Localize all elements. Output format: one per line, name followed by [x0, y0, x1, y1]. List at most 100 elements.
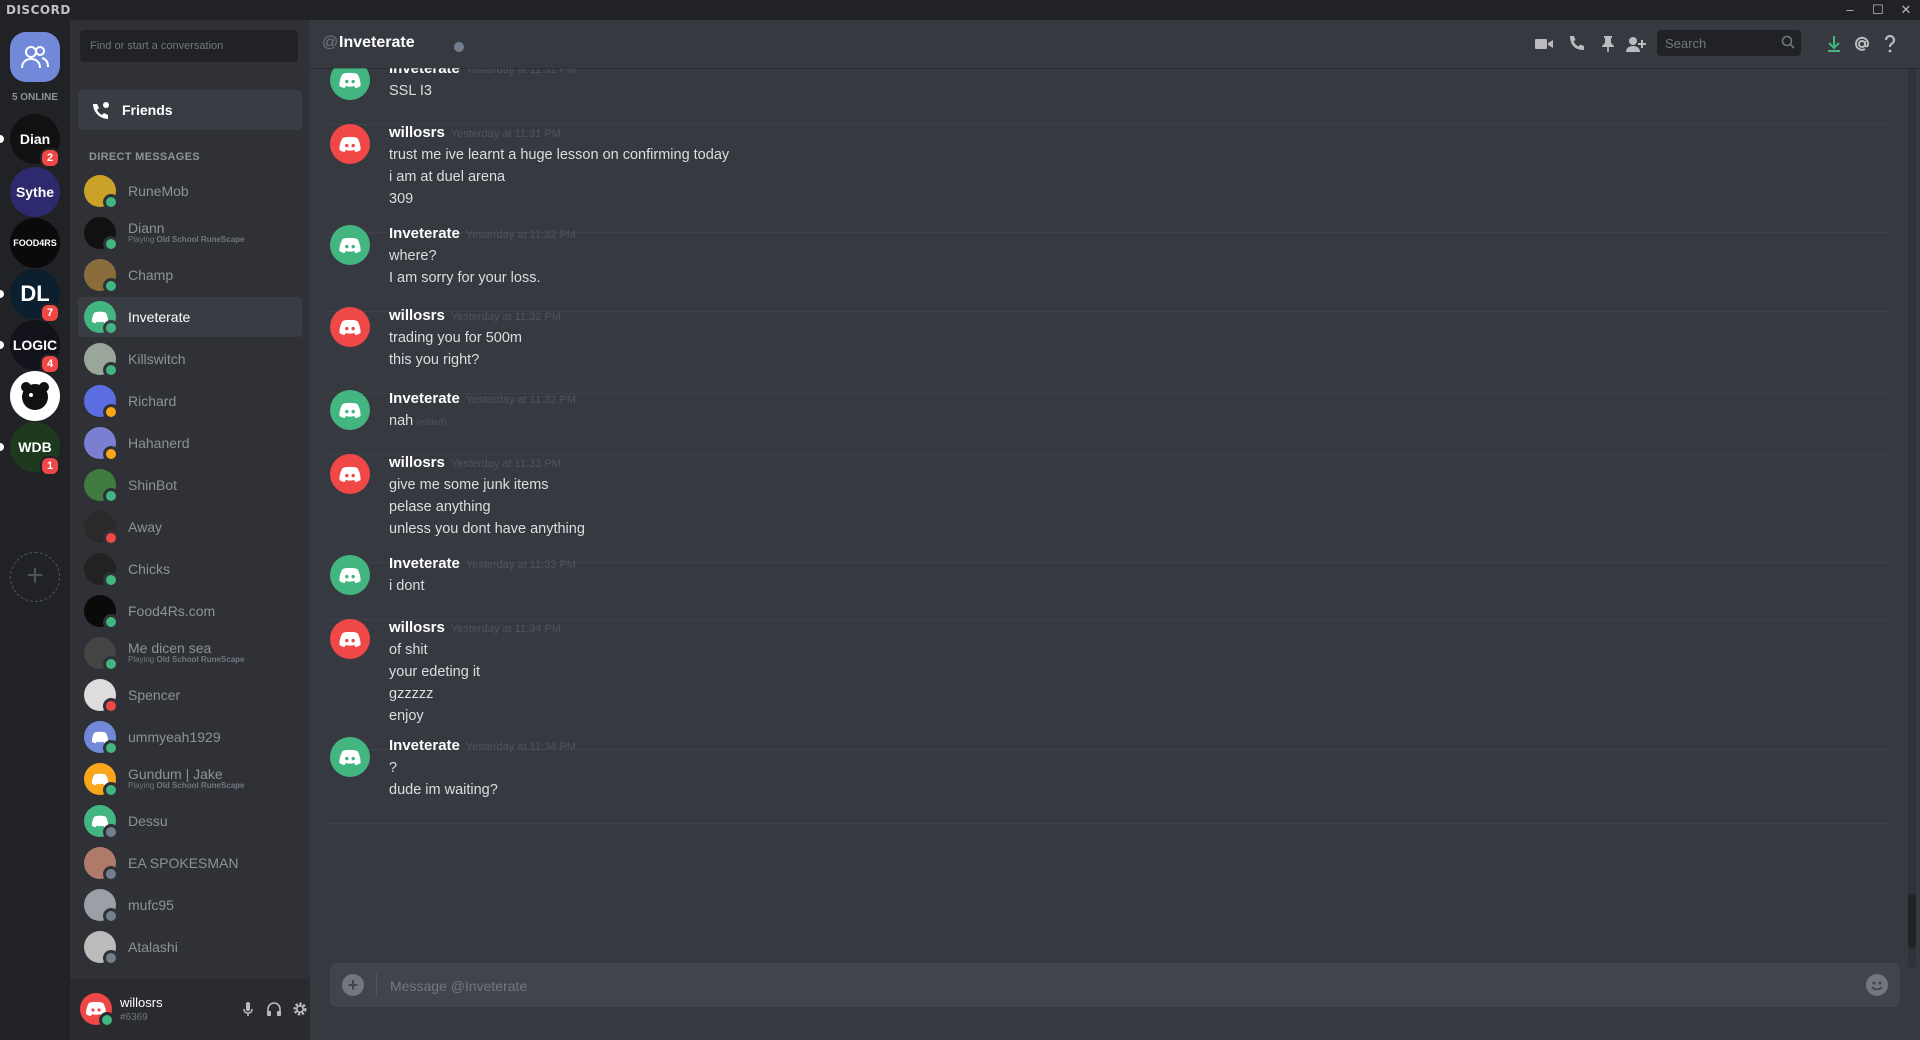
dm-item[interactable]: Away: [78, 507, 302, 547]
pinned-messages-button[interactable]: [1596, 32, 1620, 56]
message-group: Inveterate Yesterday at 11:34 PM? dude im …: [330, 737, 1890, 824]
dm-name: EA SPOKESMAN: [128, 854, 239, 871]
message-text: 309: [389, 191, 414, 207]
minimize-button[interactable]: –: [1836, 0, 1864, 20]
dm-item[interactable]: Champ: [78, 255, 302, 295]
status-dot: [103, 320, 119, 336]
user-avatar[interactable]: [80, 993, 115, 1028]
message-author[interactable]: willosrs: [389, 307, 445, 324]
message-scrollbar[interactable]: [1908, 68, 1916, 968]
message-author[interactable]: Inveterate: [389, 68, 460, 77]
close-button[interactable]: ✕: [1892, 0, 1920, 20]
dm-item[interactable]: Food4Rs.com: [78, 591, 302, 631]
maximize-button[interactable]: ☐: [1864, 0, 1892, 20]
download-apps-button[interactable]: [1822, 32, 1846, 56]
message-text: pelase anything: [389, 499, 491, 515]
message-line: of shit: [389, 639, 480, 661]
message-avatar[interactable]: [330, 737, 370, 777]
status-dot: [103, 908, 119, 924]
dm-name: Richard: [128, 392, 177, 409]
message-author-row: Inveterate Yesterday at 11:34 PM: [389, 737, 576, 754]
message-text: I am sorry for your loss.: [389, 270, 541, 286]
emoji-picker-button[interactable]: [1866, 974, 1888, 996]
server-icon[interactable]: [10, 371, 60, 421]
friends-button[interactable]: Friends: [78, 90, 302, 130]
dm-item[interactable]: Dessu: [78, 801, 302, 841]
video-call-button[interactable]: [1532, 32, 1556, 56]
message-line: give me some junk items: [389, 474, 585, 496]
dm-item[interactable]: Atalashi: [78, 927, 302, 967]
dm-item[interactable]: Hahanerd: [78, 423, 302, 463]
dm-item[interactable]: Gundum | Jake Playing Old School RuneScap…: [78, 759, 302, 799]
question-mark-icon: [1884, 35, 1896, 53]
dm-item[interactable]: Killswitch: [78, 339, 302, 379]
discord-default-avatar-icon: [339, 631, 361, 647]
message-input[interactable]: [388, 963, 1832, 1009]
add-friend-to-dm-button[interactable]: [1624, 32, 1648, 56]
dm-search[interactable]: [80, 30, 298, 62]
scrollbar-thumb[interactable]: [1908, 894, 1916, 948]
voice-call-button[interactable]: [1564, 32, 1588, 56]
mentions-button[interactable]: [1850, 32, 1874, 56]
unread-indicator: [0, 341, 4, 349]
message-author[interactable]: Inveterate: [389, 225, 460, 242]
message-group: willosrs Yesterday at 11:31 PM trust me iv…: [330, 124, 1890, 233]
dm-name: Me dicen sea: [128, 640, 212, 657]
dm-item[interactable]: Spencer: [78, 675, 302, 715]
user-settings-button[interactable]: [290, 999, 310, 1019]
dm-name: Dessu: [128, 812, 168, 829]
dm-name: RuneMob: [128, 182, 189, 199]
dm-sidebar: Friends DIRECT MESSAGES RuneMobDiannPlay…: [70, 20, 310, 1040]
message-author[interactable]: Inveterate: [389, 555, 460, 572]
dm-item[interactable]: Me dicen sea Playing Old School RuneScape: [78, 633, 302, 673]
message-timestamp: Yesterday at 11:33 PM: [465, 559, 576, 571]
dm-item[interactable]: Inveterate: [78, 297, 302, 337]
status-dot: [103, 446, 119, 462]
dm-name: ummyeah1929: [128, 728, 221, 745]
dm-item[interactable]: mufc95: [78, 885, 302, 925]
dm-avatar: [84, 553, 119, 588]
dm-item[interactable]: ummyeah1929: [78, 717, 302, 757]
dm-item[interactable]: EA SPOKESMAN: [78, 843, 302, 883]
mute-button[interactable]: [238, 999, 258, 1019]
microphone-icon: [243, 1002, 253, 1016]
message-avatar[interactable]: [330, 225, 370, 265]
message-avatar[interactable]: [330, 307, 370, 347]
header-search-input[interactable]: [1657, 30, 1783, 56]
message-avatar[interactable]: [330, 555, 370, 595]
message-avatar[interactable]: [330, 68, 370, 100]
dm-name: Atalashi: [128, 938, 178, 955]
server-icon[interactable]: Sythe: [10, 167, 60, 217]
deafen-button[interactable]: [264, 999, 284, 1019]
message-list: Inveterate Yesterday at 11:31 PM SSL I3 wil…: [310, 68, 1910, 970]
server-icon[interactable]: FOOD4RS: [10, 218, 60, 268]
dm-item[interactable]: ShinBot: [78, 465, 302, 505]
status-dot: [103, 488, 119, 504]
message-author[interactable]: willosrs: [389, 454, 445, 471]
message-avatar[interactable]: [330, 454, 370, 494]
unread-indicator: [0, 290, 4, 298]
dm-search-input[interactable]: [80, 30, 298, 62]
dm-item[interactable]: RuneMob: [78, 171, 302, 211]
activity-prefix: Playing: [128, 655, 157, 665]
add-server-button[interactable]: +: [10, 552, 60, 602]
message-avatar[interactable]: [330, 390, 370, 430]
message-text: i am at duel arena: [389, 169, 506, 185]
dm-item[interactable]: Chicks: [78, 549, 302, 589]
home-button[interactable]: [10, 32, 60, 82]
dm-item[interactable]: Diann Playing Old School RuneScape: [78, 213, 302, 253]
message-author[interactable]: willosrs: [389, 124, 445, 141]
help-button[interactable]: [1878, 32, 1902, 56]
online-count: 5 ONLINE: [11, 92, 59, 103]
message-author-row: willosrs Yesterday at 11:33 PM: [389, 454, 561, 471]
message-author[interactable]: Inveterate: [389, 737, 460, 754]
dm-avatar: [84, 889, 119, 924]
upload-button[interactable]: +: [342, 974, 364, 996]
status-dot: [103, 824, 119, 840]
message-avatar[interactable]: [330, 619, 370, 659]
message-avatar[interactable]: [330, 124, 370, 164]
message-author[interactable]: Inveterate: [389, 390, 460, 407]
dm-item[interactable]: Richard: [78, 381, 302, 421]
header-search[interactable]: [1657, 30, 1801, 56]
message-author[interactable]: willosrs: [389, 619, 445, 636]
